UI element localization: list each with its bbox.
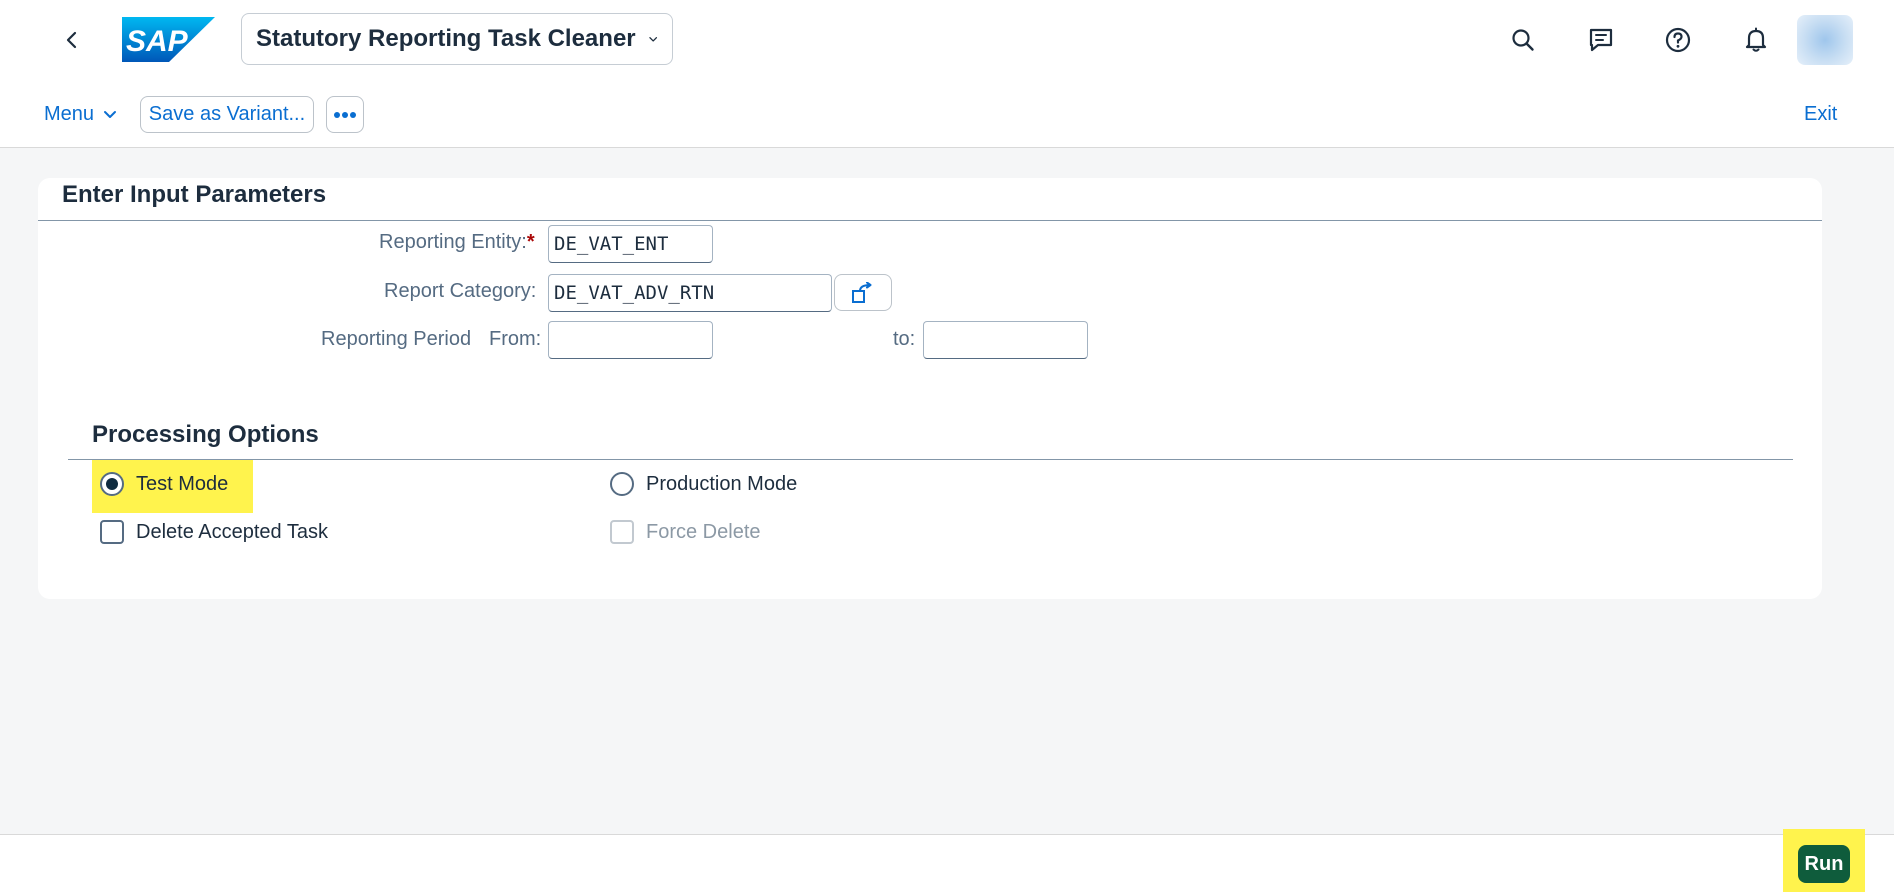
reporting-period-label: Reporting Period <box>321 328 472 350</box>
radio-selected-icon <box>100 472 124 496</box>
period-from-input[interactable] <box>548 321 713 359</box>
input-parameters-title: Enter Input Parameters <box>62 181 327 208</box>
report-category-label: Report Category: <box>384 280 537 302</box>
app-title: Statutory Reporting Task Cleaner <box>256 25 636 52</box>
test-mode-radio[interactable]: Test Mode <box>100 472 228 496</box>
user-avatar[interactable] <box>1797 15 1853 65</box>
reporting-entity-label: Reporting Entity:* <box>379 231 535 254</box>
notification-bell-icon <box>1745 27 1767 52</box>
force-delete-label: Force Delete <box>646 520 761 543</box>
radio-unselected-icon <box>610 472 634 496</box>
app-title-menu-button[interactable]: Statutory Reporting Task Cleaner <box>241 13 673 65</box>
menu-button[interactable]: Menu <box>36 96 126 132</box>
value-help-icon <box>852 281 872 303</box>
input-section-divider <box>38 220 1822 221</box>
exit-button[interactable]: Exit <box>1796 96 1845 132</box>
checkbox-disabled-icon <box>610 520 634 544</box>
period-to-input[interactable] <box>923 321 1088 359</box>
production-mode-label: Production Mode <box>646 472 798 495</box>
page-toolbar: Menu Save as Variant... Exit <box>0 80 1894 148</box>
feedback-icon <box>1589 28 1613 52</box>
run-button[interactable]: Run <box>1798 845 1850 883</box>
back-button[interactable] <box>52 20 92 60</box>
menu-label: Menu <box>44 102 95 125</box>
back-icon <box>66 31 77 49</box>
shell-bar: SAP Statutory Reporting Task Cleaner <box>0 0 1894 80</box>
processing-section-divider <box>68 459 1793 460</box>
save-as-variant-button[interactable]: Save as Variant... <box>140 96 314 133</box>
overflow-icon <box>334 111 356 118</box>
value-help-button[interactable] <box>834 274 892 311</box>
processing-options-title: Processing Options <box>92 421 319 448</box>
from-label: From: <box>489 328 542 350</box>
notifications-button[interactable] <box>1735 19 1777 61</box>
sap-logo[interactable]: SAP <box>122 17 215 62</box>
help-icon <box>1665 27 1691 53</box>
delete-accepted-task-checkbox[interactable]: Delete Accepted Task <box>100 520 328 544</box>
more-actions-button[interactable] <box>326 96 364 133</box>
chevron-down-icon <box>104 111 117 118</box>
required-marker: * <box>526 231 535 253</box>
chevron-down-icon <box>648 37 657 42</box>
search-icon <box>1512 29 1534 51</box>
footer-bar <box>0 834 1894 892</box>
test-mode-label: Test Mode <box>136 472 229 495</box>
reporting-entity-input[interactable]: DE_VAT_ENT <box>548 225 713 263</box>
feedback-button[interactable] <box>1580 19 1622 61</box>
delete-accepted-task-label: Delete Accepted Task <box>136 520 328 543</box>
report-category-input[interactable]: DE_VAT_ADV_RTN <box>548 274 832 312</box>
sap-logo-text: SAP <box>126 25 189 58</box>
reporting-entity-label-text: Reporting Entity: <box>379 231 527 253</box>
to-label: to: <box>893 328 916 350</box>
help-button[interactable] <box>1657 19 1699 61</box>
search-button[interactable] <box>1502 19 1544 61</box>
force-delete-checkbox: Force Delete <box>610 520 761 544</box>
production-mode-radio[interactable]: Production Mode <box>610 472 797 496</box>
checkbox-icon <box>100 520 124 544</box>
